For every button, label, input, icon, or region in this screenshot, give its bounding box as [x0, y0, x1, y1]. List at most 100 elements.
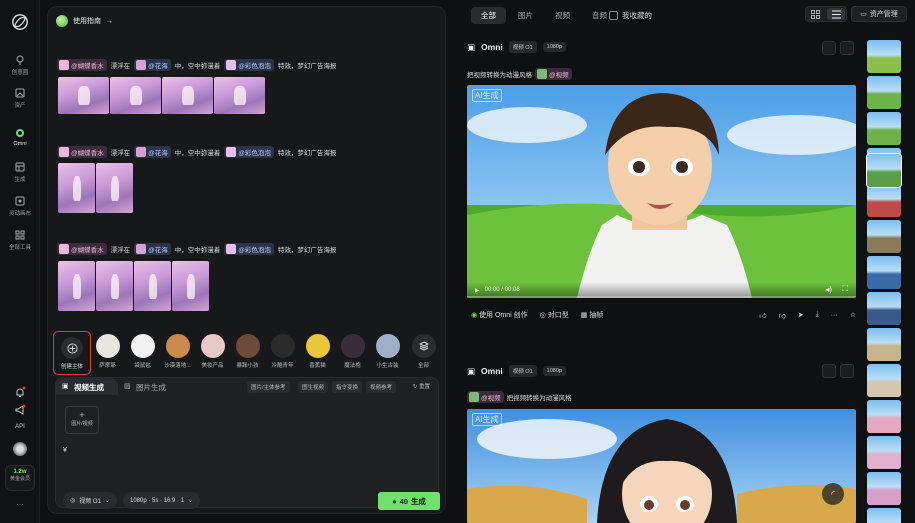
list-view-icon[interactable] — [832, 10, 841, 19]
edit-icon[interactable] — [822, 364, 836, 378]
extract-frame-button[interactable]: ▦ 抽帧 — [581, 310, 604, 320]
all-subjects-button[interactable]: 全部 — [410, 334, 437, 369]
member-badge[interactable]: 1.2w 黄金会员 — [5, 465, 35, 491]
mention-tag[interactable]: @蝴蝶香水 — [57, 59, 107, 71]
subject-item[interactable]: 冷酷青年 — [269, 334, 296, 369]
fullscreen-icon[interactable]: ⛶ — [842, 284, 848, 294]
create-subject-button[interactable]: 创建主体 — [53, 331, 91, 375]
thumb-down-icon[interactable]: 👎︎ — [779, 311, 786, 320]
video-player[interactable]: AI生成 ▶ 00:00 / 00:08 ◂) ⛶ — [467, 85, 856, 298]
history-thumbnail[interactable] — [866, 153, 902, 188]
use-omni-button[interactable]: ◉ 使用 Omni 创作 — [471, 310, 528, 320]
nav-item-community[interactable]: 创意圈 — [0, 55, 40, 76]
grid-view-icon[interactable] — [811, 10, 820, 19]
history-thumbnail[interactable] — [867, 472, 901, 505]
history-prompt[interactable]: @蝴蝶香水 漂浮在 @花海 中，空中弥漫着 @彩色泡泡 特效，梦幻广告海报 — [57, 243, 336, 255]
app-logo-icon[interactable] — [11, 13, 29, 31]
subject-item[interactable]: 魔法袍 — [339, 334, 366, 369]
nav-item-generate[interactable]: 生成 — [0, 162, 40, 183]
result-thumbnail[interactable] — [162, 77, 213, 114]
filter-video[interactable]: 视频 — [545, 7, 580, 24]
subject-item[interactable]: 小生古装 — [374, 334, 401, 369]
add-media-button[interactable]: + 图片/视频 — [65, 406, 99, 434]
subject-item[interactable]: 萨摩耶 — [94, 334, 121, 369]
history-thumbnail[interactable] — [867, 436, 901, 469]
chip-instruction-transform[interactable]: 指令变换 — [332, 381, 363, 393]
bell-icon[interactable] — [14, 386, 26, 398]
mention-tag[interactable]: @视频 — [467, 391, 504, 403]
thumb-up-icon[interactable]: 👍︎ — [759, 311, 766, 320]
mention-tag[interactable]: @花海 — [134, 59, 171, 71]
subject-item[interactable]: 美妆产品 — [199, 334, 226, 369]
volume-icon[interactable]: ◂) — [825, 285, 832, 294]
history-thumbnail[interactable] — [867, 364, 901, 397]
nav-api[interactable]: API — [0, 424, 40, 430]
avatar[interactable] — [13, 442, 27, 456]
nav-item-assets[interactable]: 资产 — [0, 88, 40, 109]
mention-tag[interactable]: @视频 — [535, 68, 572, 80]
favorites-checkbox[interactable]: 我收藏的 — [609, 10, 652, 21]
regenerate-icon[interactable] — [840, 41, 854, 55]
chip-subject-reference[interactable]: 图片/主体参考 — [247, 381, 290, 393]
star-icon[interactable]: ☆ — [850, 311, 856, 319]
more-icon[interactable]: ··· — [831, 312, 838, 319]
result-thumbnail[interactable] — [110, 77, 161, 114]
video-progress[interactable] — [467, 296, 856, 298]
more-icon[interactable]: ··· — [0, 500, 40, 509]
history-thumbnail[interactable] — [867, 184, 901, 217]
edit-icon[interactable] — [822, 41, 836, 55]
tab-video-generate[interactable]: ▣ 视频生成 — [56, 378, 118, 395]
subject-item[interactable]: 袋鼠包 — [129, 334, 156, 369]
mention-tag[interactable]: @蝴蝶香水 — [57, 146, 107, 158]
prompt-input[interactable]: ¥ — [63, 447, 67, 454]
history-thumbnail[interactable] — [867, 220, 901, 253]
subject-item[interactable]: 沙漠落地... — [164, 334, 191, 369]
result-thumbnail[interactable] — [96, 163, 133, 213]
history-thumbnail[interactable] — [867, 292, 901, 325]
play-icon[interactable]: ▶ — [475, 287, 480, 294]
history-thumbnail[interactable] — [867, 76, 901, 109]
generate-button[interactable]: ● 40 生成 — [378, 492, 440, 510]
history-thumbnail[interactable] — [867, 112, 901, 145]
result-thumbnail[interactable] — [214, 77, 265, 114]
history-thumbnail[interactable] — [867, 508, 901, 523]
mention-tag[interactable]: @蝴蝶香水 — [57, 243, 107, 255]
download-icon[interactable]: ⤓ — [816, 311, 819, 319]
mention-tag[interactable]: @花海 — [134, 243, 171, 255]
lipsync-button[interactable]: ◎ 对口型 — [540, 310, 569, 320]
mention-tag[interactable]: @花海 — [134, 146, 171, 158]
share-icon[interactable]: ➤ — [798, 311, 804, 319]
nav-item-all-tools[interactable]: 全部工具 — [0, 230, 40, 251]
history-thumbnail[interactable] — [867, 40, 901, 73]
regenerate-icon[interactable] — [840, 364, 854, 378]
asset-management-button[interactable]: ▭ 资产管理 — [851, 6, 907, 22]
history-prompt[interactable]: @蝴蝶香水 漂浮在 @花海 中，空中弥漫着 @彩色泡泡 特效，梦幻广告海报 — [57, 59, 336, 71]
filter-image[interactable]: 图片 — [508, 7, 543, 24]
megaphone-icon[interactable] — [14, 404, 26, 416]
filter-all[interactable]: 全部 — [471, 7, 506, 24]
mention-tag[interactable]: @彩色泡泡 — [224, 59, 274, 71]
subject-item[interactable]: 暴躁小孩 — [234, 334, 261, 369]
nav-item-omni[interactable]: Omni — [0, 128, 40, 147]
chip-video-reference[interactable]: 视频参考 — [366, 381, 397, 393]
history-prompt[interactable]: @蝴蝶香水 漂浮在 @花海 中，空中弥漫着 @彩色泡泡 特效，梦幻广告海报 — [57, 146, 336, 158]
result-thumbnail[interactable] — [96, 261, 133, 311]
history-thumbnail[interactable] — [867, 400, 901, 433]
result-thumbnail[interactable] — [172, 261, 209, 311]
result-thumbnail[interactable] — [58, 77, 109, 114]
result-thumbnail[interactable] — [58, 261, 95, 311]
nav-item-canvas[interactable]: 灵动画布 — [0, 196, 40, 217]
history-thumbnail[interactable] — [867, 328, 901, 361]
result-thumbnail[interactable] — [134, 261, 171, 311]
reset-button[interactable]: ↻ 重置 — [413, 382, 430, 390]
subject-item[interactable]: 香蕉猫 — [304, 334, 331, 369]
params-select[interactable]: 1080p · 5s · 16:9 · 1 ⌄ — [123, 492, 201, 509]
mention-tag[interactable]: @彩色泡泡 — [224, 243, 274, 255]
guide-link[interactable]: 使用指南 → — [56, 15, 113, 27]
model-select[interactable]: ◎ 视频 O1 ⌄ — [63, 492, 117, 509]
mention-tag[interactable]: @彩色泡泡 — [224, 146, 274, 158]
result-thumbnail[interactable] — [58, 163, 95, 213]
video-player[interactable]: AI生成 ◜ — [467, 409, 856, 523]
chip-image-to-video[interactable]: 图生视频 — [298, 381, 329, 393]
history-thumbnail[interactable] — [867, 256, 901, 289]
